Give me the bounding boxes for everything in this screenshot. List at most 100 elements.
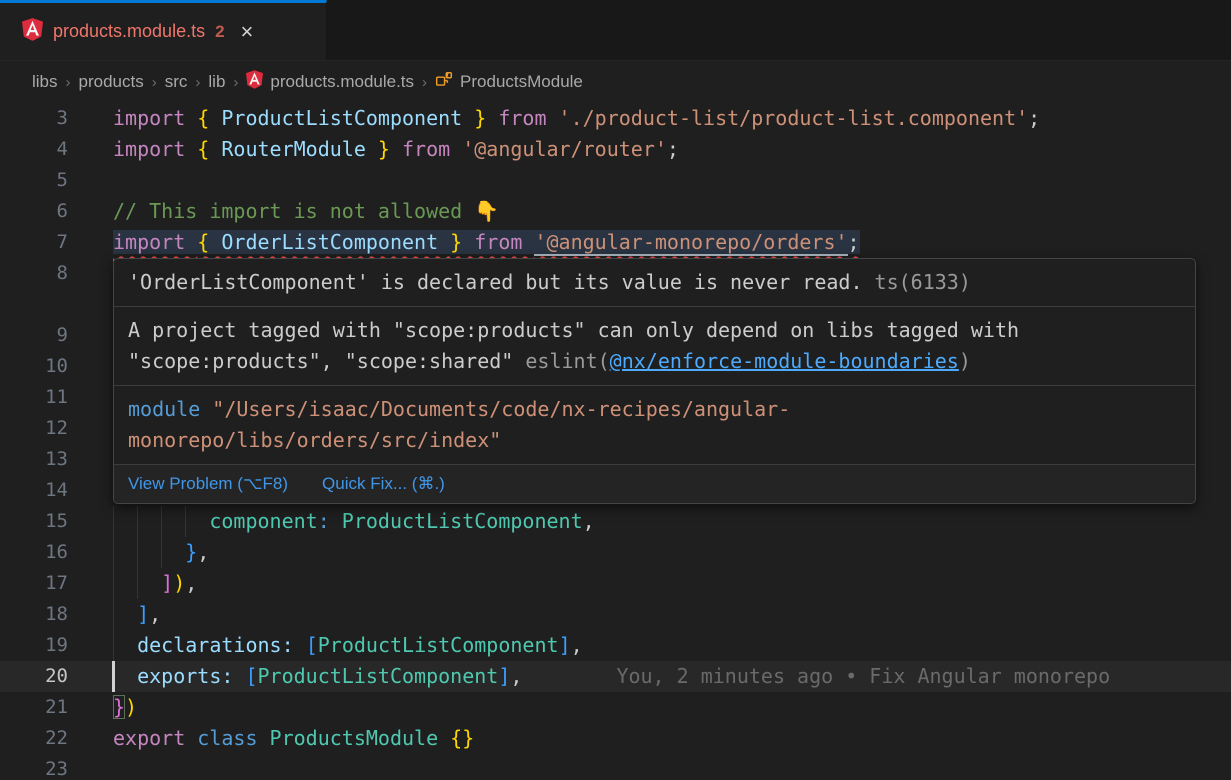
- code-token: }: [378, 137, 390, 161]
- quick-fix-button[interactable]: Quick Fix... (⌘.): [322, 473, 445, 495]
- code-line-content[interactable]: ]),: [68, 568, 1231, 599]
- code-token: ): [173, 571, 185, 595]
- line-number: 20: [0, 661, 68, 692]
- indent-guide: [113, 537, 114, 568]
- tab-bar: products.module.ts 2 ×: [0, 0, 1231, 61]
- code-token: './product-list/product-list.component': [559, 106, 1029, 130]
- code-token: component: [209, 509, 317, 533]
- code-line-content[interactable]: exports: [ProductListComponent],You, 2 m…: [68, 661, 1231, 692]
- code-token: [: [245, 664, 257, 688]
- code-line-content[interactable]: [68, 165, 1231, 196]
- code-token: ;: [667, 137, 679, 161]
- module-path-message: module "/Users/isaac/Documents/code/nx-r…: [114, 385, 1195, 464]
- code-token: ): [125, 695, 137, 719]
- tab-products-module[interactable]: products.module.ts 2 ×: [0, 0, 327, 60]
- indent-guide: [113, 506, 114, 537]
- code-token: ,: [583, 509, 595, 533]
- code-token: ,: [510, 664, 522, 688]
- view-problem-button[interactable]: View Problem (⌥F8): [128, 473, 288, 495]
- line-number: 23: [0, 754, 68, 780]
- code-line[interactable]: 19 declarations: [ProductListComponent],: [0, 630, 1231, 661]
- eslint-rule-link[interactable]: @nx/enforce-module-boundaries: [610, 349, 959, 373]
- code-editor: 3import { ProductListComponent } from '.…: [0, 103, 1231, 780]
- code-line-content[interactable]: }): [68, 692, 1231, 723]
- problem-hover-popup: 'OrderListComponent' is declared but its…: [113, 258, 1196, 504]
- close-icon[interactable]: ×: [241, 21, 254, 43]
- code-token: }: [474, 106, 486, 130]
- code-line[interactable]: 22export class ProductsModule {}: [0, 723, 1231, 754]
- module-path-line1: "/Users/isaac/Documents/code/nx-recipes/…: [200, 397, 790, 421]
- code-line[interactable]: 18 ],: [0, 599, 1231, 630]
- code-token: 👇: [474, 199, 499, 223]
- code-line-content[interactable]: // This import is not allowed 👇: [68, 196, 1231, 227]
- line-number: 3: [0, 103, 68, 134]
- code-token: declarations:: [137, 633, 294, 657]
- code-token: ProductListComponent: [342, 509, 583, 533]
- code-line[interactable]: 7 import { OrderListComponent } from '@an…: [0, 227, 1231, 258]
- code-line[interactable]: 6// This import is not allowed 👇: [0, 196, 1231, 227]
- code-token: ]: [161, 571, 173, 595]
- code-token: ProductListComponent: [258, 664, 499, 688]
- code-line[interactable]: 5: [0, 165, 1231, 196]
- breadcrumb-item-lib[interactable]: lib: [208, 72, 225, 92]
- breadcrumb-file-label: products.module.ts: [270, 72, 414, 92]
- tab-problem-badge: 2: [215, 22, 224, 42]
- code-line-content[interactable]: import { OrderListComponent } from '@ang…: [68, 227, 1231, 258]
- code-token: ;: [848, 230, 860, 254]
- code-line-content[interactable]: },: [68, 537, 1231, 568]
- error-squiggle-line[interactable]: import { OrderListComponent } from '@ang…: [113, 230, 860, 254]
- code-line[interactable]: 16 },: [0, 537, 1231, 568]
- code-token: ]: [559, 633, 571, 657]
- code-line-content[interactable]: import { ProductListComponent } from './…: [68, 103, 1231, 134]
- line-number: 12: [0, 413, 68, 444]
- code-token: [: [306, 633, 318, 657]
- hover-action-bar: View Problem (⌥F8) Quick Fix... (⌘.): [114, 464, 1195, 503]
- angular-icon: [22, 18, 43, 46]
- line-number: 18: [0, 599, 68, 630]
- code-token: ]: [498, 664, 510, 688]
- code-line-content[interactable]: export class ProductsModule {}: [68, 723, 1231, 754]
- line-number: 5: [0, 165, 68, 196]
- code-line-content[interactable]: import { RouterModule } from '@angular/r…: [68, 134, 1231, 165]
- line-number: 13: [0, 444, 68, 475]
- code-token: RouterModule: [209, 137, 378, 161]
- code-token: export: [113, 726, 197, 750]
- code-line-content[interactable]: component: ProductListComponent,: [68, 506, 1231, 537]
- import-path-link[interactable]: '@angular-monorepo/orders': [534, 230, 847, 256]
- code-token: {}: [450, 726, 474, 750]
- code-token: ,: [185, 571, 197, 595]
- breadcrumb-item-src[interactable]: src: [165, 72, 188, 92]
- line-number: 9: [0, 320, 68, 351]
- line-number: 7: [0, 227, 68, 258]
- code-token: [330, 509, 342, 533]
- code-line-content[interactable]: ],: [68, 599, 1231, 630]
- code-line[interactable]: 20 exports: [ProductListComponent],You, …: [0, 661, 1231, 692]
- code-token: :: [318, 509, 330, 533]
- code-line[interactable]: 15 component: ProductListComponent,: [0, 506, 1231, 537]
- code-line-content[interactable]: declarations: [ProductListComponent],: [68, 630, 1231, 661]
- line-number: 8: [0, 258, 68, 289]
- code-token: ProductListComponent: [318, 633, 559, 657]
- breadcrumb-item-products[interactable]: products: [79, 72, 144, 92]
- code-line[interactable]: 23: [0, 754, 1231, 780]
- breadcrumb-item-file[interactable]: products.module.ts: [246, 70, 414, 94]
- code-token: [113, 664, 137, 688]
- ts-error-message: 'OrderListComponent' is declared but its…: [114, 259, 1195, 306]
- code-line[interactable]: 4import { RouterModule } from '@angular/…: [0, 134, 1231, 165]
- code-token: }: [185, 540, 197, 564]
- code-token: [113, 540, 185, 564]
- line-number: 10: [0, 351, 68, 382]
- chevron-right-icon: ›: [195, 74, 200, 91]
- code-line[interactable]: 17 ]),: [0, 568, 1231, 599]
- breadcrumb-item-libs[interactable]: libs: [32, 72, 58, 92]
- indent-guide: [185, 506, 186, 537]
- code-token: [294, 633, 306, 657]
- code-line[interactable]: 3import { ProductListComponent } from '.…: [0, 103, 1231, 134]
- indent-guide: [137, 506, 138, 537]
- code-token: ,: [149, 602, 161, 626]
- breadcrumb-item-symbol[interactable]: ProductsModule: [435, 71, 583, 94]
- code-line-content[interactable]: [68, 754, 1231, 780]
- eslint-rule-suffix: ): [959, 349, 971, 373]
- code-line[interactable]: 21}): [0, 692, 1231, 723]
- indent-guide: [113, 630, 114, 661]
